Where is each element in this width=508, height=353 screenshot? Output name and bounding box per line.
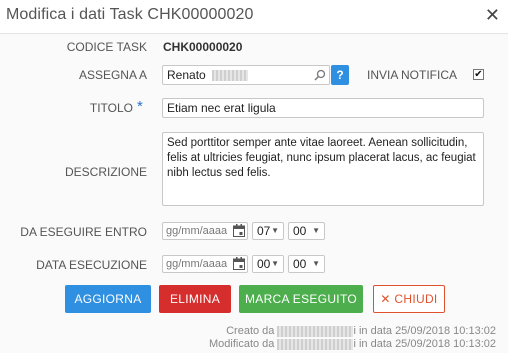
dialog-titlebar: Modifica i dati Task CHK00000020 ✕	[0, 0, 508, 34]
search-icon[interactable]	[314, 69, 326, 81]
esecuzione-minute-value: 00	[293, 257, 307, 271]
titolo-input[interactable]: Etiam nec erat ligula	[162, 98, 484, 118]
esecuzione-date-input[interactable]: gg/mm/aaaa	[162, 255, 248, 273]
esecuzione-label: DATA ESECUZIONE	[36, 258, 147, 272]
modified-info: Modificato da i in data 25/09/2018 10:13…	[209, 338, 496, 351]
esecuzione-hour-value: 00	[257, 257, 271, 271]
help-button[interactable]: ?	[331, 65, 349, 85]
aggiorna-button[interactable]: AGGIORNA	[65, 285, 151, 313]
redacted-name	[212, 70, 249, 82]
dialog-title: Modifica i dati Task CHK00000020	[6, 6, 254, 23]
chiudi-label: CHIUDI	[394, 292, 438, 306]
titolo-label: TITOLO	[89, 101, 133, 115]
calendar-icon[interactable]	[233, 224, 245, 237]
required-marker: *	[137, 98, 143, 115]
esecuzione-minute-select[interactable]: 00 ▼	[288, 255, 325, 273]
chevron-down-icon: ▼	[312, 226, 320, 235]
assegna-input[interactable]: Renato	[162, 65, 330, 85]
calendar-icon[interactable]	[233, 257, 245, 270]
close-icon: ✕	[380, 292, 391, 306]
creato-suffix: i in data 25/09/2018 10:13:02	[353, 325, 496, 337]
chevron-down-icon: ▼	[271, 226, 279, 235]
chiudi-button[interactable]: ✕ CHIUDI	[373, 285, 445, 313]
assegna-label: ASSEGNA A	[78, 68, 147, 82]
entro-hour-select[interactable]: 07 ▼	[252, 222, 284, 240]
entro-date-input[interactable]: gg/mm/aaaa	[162, 222, 248, 240]
notifica-label: INVIA NOTIFICA	[367, 68, 458, 82]
codice-label: CODICE TASK	[66, 40, 147, 54]
entro-minute-value: 00	[293, 224, 307, 238]
elimina-button[interactable]: ELIMINA	[159, 285, 231, 313]
entro-minute-select[interactable]: 00 ▼	[288, 222, 325, 240]
descrizione-textarea[interactable]: Sed porttitor semper ante vitae laoreet.…	[162, 132, 484, 206]
close-icon[interactable]: ✕	[485, 5, 500, 25]
chevron-down-icon: ▼	[271, 259, 279, 268]
chevron-down-icon: ▼	[312, 259, 320, 268]
creato-prefix: Creato da	[226, 325, 275, 337]
entro-date-placeholder: gg/mm/aaaa	[166, 225, 228, 237]
esecuzione-hour-select[interactable]: 00 ▼	[252, 255, 284, 273]
marca-eseguito-button[interactable]: MARCA ESEGUITO	[239, 285, 363, 313]
esecuzione-date-placeholder: gg/mm/aaaa	[166, 258, 228, 270]
edit-task-dialog: Modifica i dati Task CHK00000020 ✕ CODIC…	[0, 0, 508, 353]
descrizione-label: DESCRIZIONE	[64, 165, 147, 179]
entro-label: DA ESEGUIRE ENTRO	[20, 225, 147, 239]
entro-hour-value: 07	[257, 224, 271, 238]
codice-value: CHK00000020	[163, 40, 243, 54]
modificato-suffix: i in data 25/09/2018 10:13:02	[353, 338, 496, 350]
notifica-checkbox[interactable]: ✔	[473, 69, 484, 80]
redacted-creator	[277, 325, 354, 337]
modificato-prefix: Modificato da	[208, 338, 275, 350]
assegna-value: Renato	[167, 68, 206, 82]
created-info: Creato da i in data 25/09/2018 10:13:02	[226, 325, 496, 338]
redacted-modifier	[277, 338, 354, 350]
